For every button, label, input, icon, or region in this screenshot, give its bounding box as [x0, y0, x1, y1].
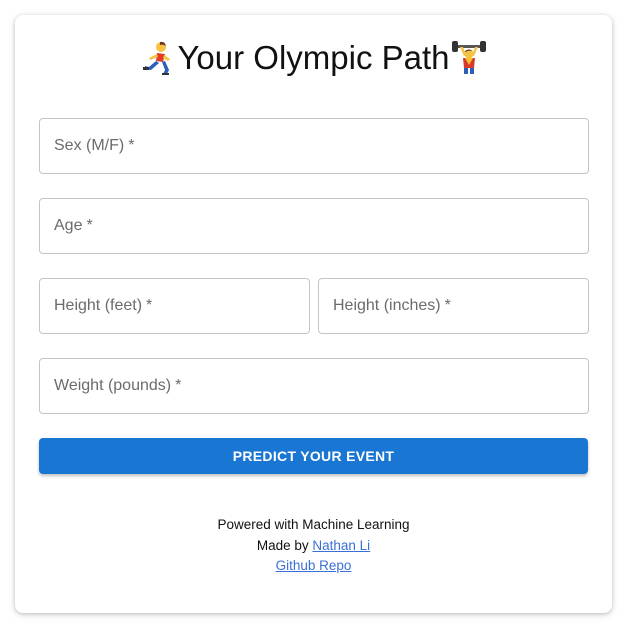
predict-button[interactable]: PREDICT YOUR EVENT	[39, 438, 588, 474]
form-card: Your Olympic Path Sex (M/F) * Age * Heig…	[15, 15, 612, 613]
author-link[interactable]: Nathan Li	[312, 538, 370, 553]
weightlifter-icon	[451, 40, 486, 76]
footer: Powered with Machine Learning Made by Na…	[15, 515, 612, 577]
repo-line: Github Repo	[15, 556, 612, 577]
height-inches-field[interactable]: Height (inches) *	[318, 278, 589, 334]
age-field[interactable]: Age *	[39, 198, 589, 254]
title-text: Your Olympic Path	[177, 39, 450, 76]
sex-field[interactable]: Sex (M/F) *	[39, 118, 589, 174]
runner-icon	[141, 40, 175, 76]
made-by-line: Made by Nathan Li	[15, 536, 612, 557]
weight-input[interactable]	[40, 359, 588, 413]
height-feet-input[interactable]	[40, 279, 309, 333]
age-input[interactable]	[40, 199, 588, 253]
height-inches-input[interactable]	[319, 279, 588, 333]
github-repo-link[interactable]: Github Repo	[276, 558, 352, 573]
page-title: Your Olympic Path	[15, 39, 612, 77]
made-by-prefix: Made by	[256, 537, 309, 553]
weight-field[interactable]: Weight (pounds) *	[39, 358, 589, 414]
sex-input[interactable]	[40, 119, 588, 173]
height-feet-field[interactable]: Height (feet) *	[39, 278, 310, 334]
powered-text: Powered with Machine Learning	[217, 517, 410, 532]
